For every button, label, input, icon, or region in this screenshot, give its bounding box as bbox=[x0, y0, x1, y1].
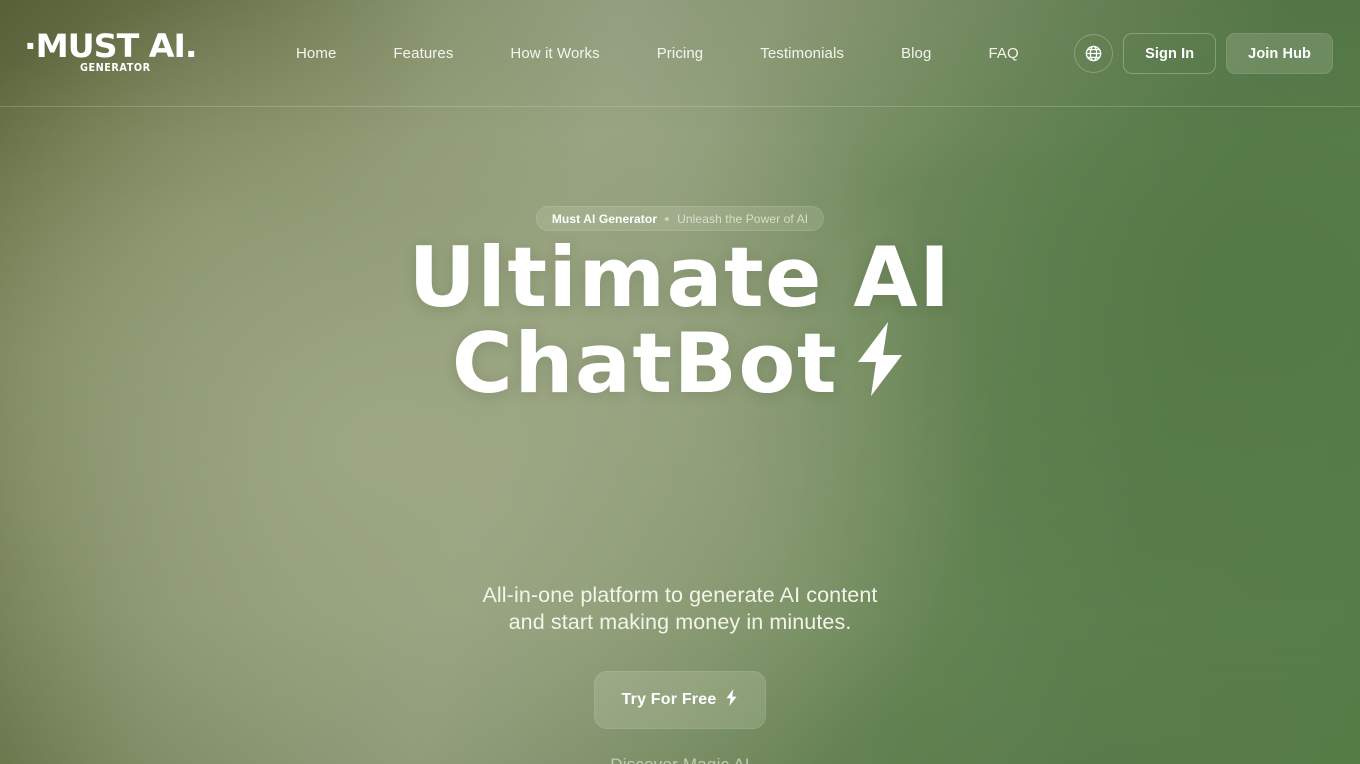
brand-logo[interactable]: ·MUST AI. GENERATOR bbox=[24, 30, 198, 77]
hero-subheadline-line-1: All-in-one platform to generate AI conte… bbox=[482, 583, 878, 607]
brand-logo-wordmark: ·MUST AI. bbox=[24, 27, 198, 65]
hero-headline-line-1: Ultimate AI bbox=[408, 229, 952, 326]
page-root: ·MUST AI. GENERATOR Home Features How it… bbox=[0, 0, 1360, 764]
language-selector-button[interactable] bbox=[1074, 34, 1114, 73]
join-hub-button[interactable]: Join Hub bbox=[1226, 33, 1333, 74]
hero-headline-line-2: ChatBot bbox=[451, 315, 839, 412]
nav-item-faq[interactable]: FAQ bbox=[988, 37, 1018, 70]
nav-item-testimonials[interactable]: Testimonials bbox=[760, 37, 844, 70]
hero-badge-title: Must AI Generator bbox=[551, 211, 658, 226]
separator-dot-icon bbox=[665, 216, 670, 221]
globe-icon bbox=[1084, 44, 1103, 63]
lightning-bolt-icon bbox=[852, 322, 908, 411]
try-for-free-button[interactable]: Try For Free bbox=[594, 671, 766, 729]
hero-subheadline-line-2: and start making money in minutes. bbox=[508, 610, 852, 634]
scroll-hint-label: Discover Magic AI bbox=[610, 755, 749, 764]
try-for-free-label: Try For Free bbox=[621, 691, 717, 708]
hero-headline: Ultimate AI ChatBot bbox=[0, 235, 1360, 411]
hero-badge-tagline: Unleash the Power of AI bbox=[677, 211, 809, 226]
primary-navigation: Home Features How it Works Pricing Testi… bbox=[296, 0, 1019, 107]
hero-subheadline: All-in-one platform to generate AI conte… bbox=[400, 582, 960, 636]
nav-item-blog[interactable]: Blog bbox=[901, 37, 931, 70]
nav-item-features[interactable]: Features bbox=[393, 37, 453, 70]
brand-logo-subtitle: GENERATOR bbox=[80, 62, 151, 74]
lightning-bolt-icon bbox=[725, 689, 738, 711]
nav-item-home[interactable]: Home bbox=[296, 37, 336, 70]
sign-in-button[interactable]: Sign In bbox=[1123, 33, 1217, 74]
hero-headline-line-2-wrap: ChatBot bbox=[0, 321, 1360, 411]
site-header: ·MUST AI. GENERATOR Home Features How it… bbox=[0, 0, 1360, 107]
nav-item-pricing[interactable]: Pricing bbox=[657, 37, 704, 70]
hero-section: Must AI Generator Unleash the Power of A… bbox=[0, 107, 1360, 764]
header-actions: Sign In Join Hub bbox=[1074, 0, 1333, 107]
nav-item-how-it-works[interactable]: How it Works bbox=[510, 37, 599, 70]
hero-badge: Must AI Generator Unleash the Power of A… bbox=[535, 206, 825, 231]
